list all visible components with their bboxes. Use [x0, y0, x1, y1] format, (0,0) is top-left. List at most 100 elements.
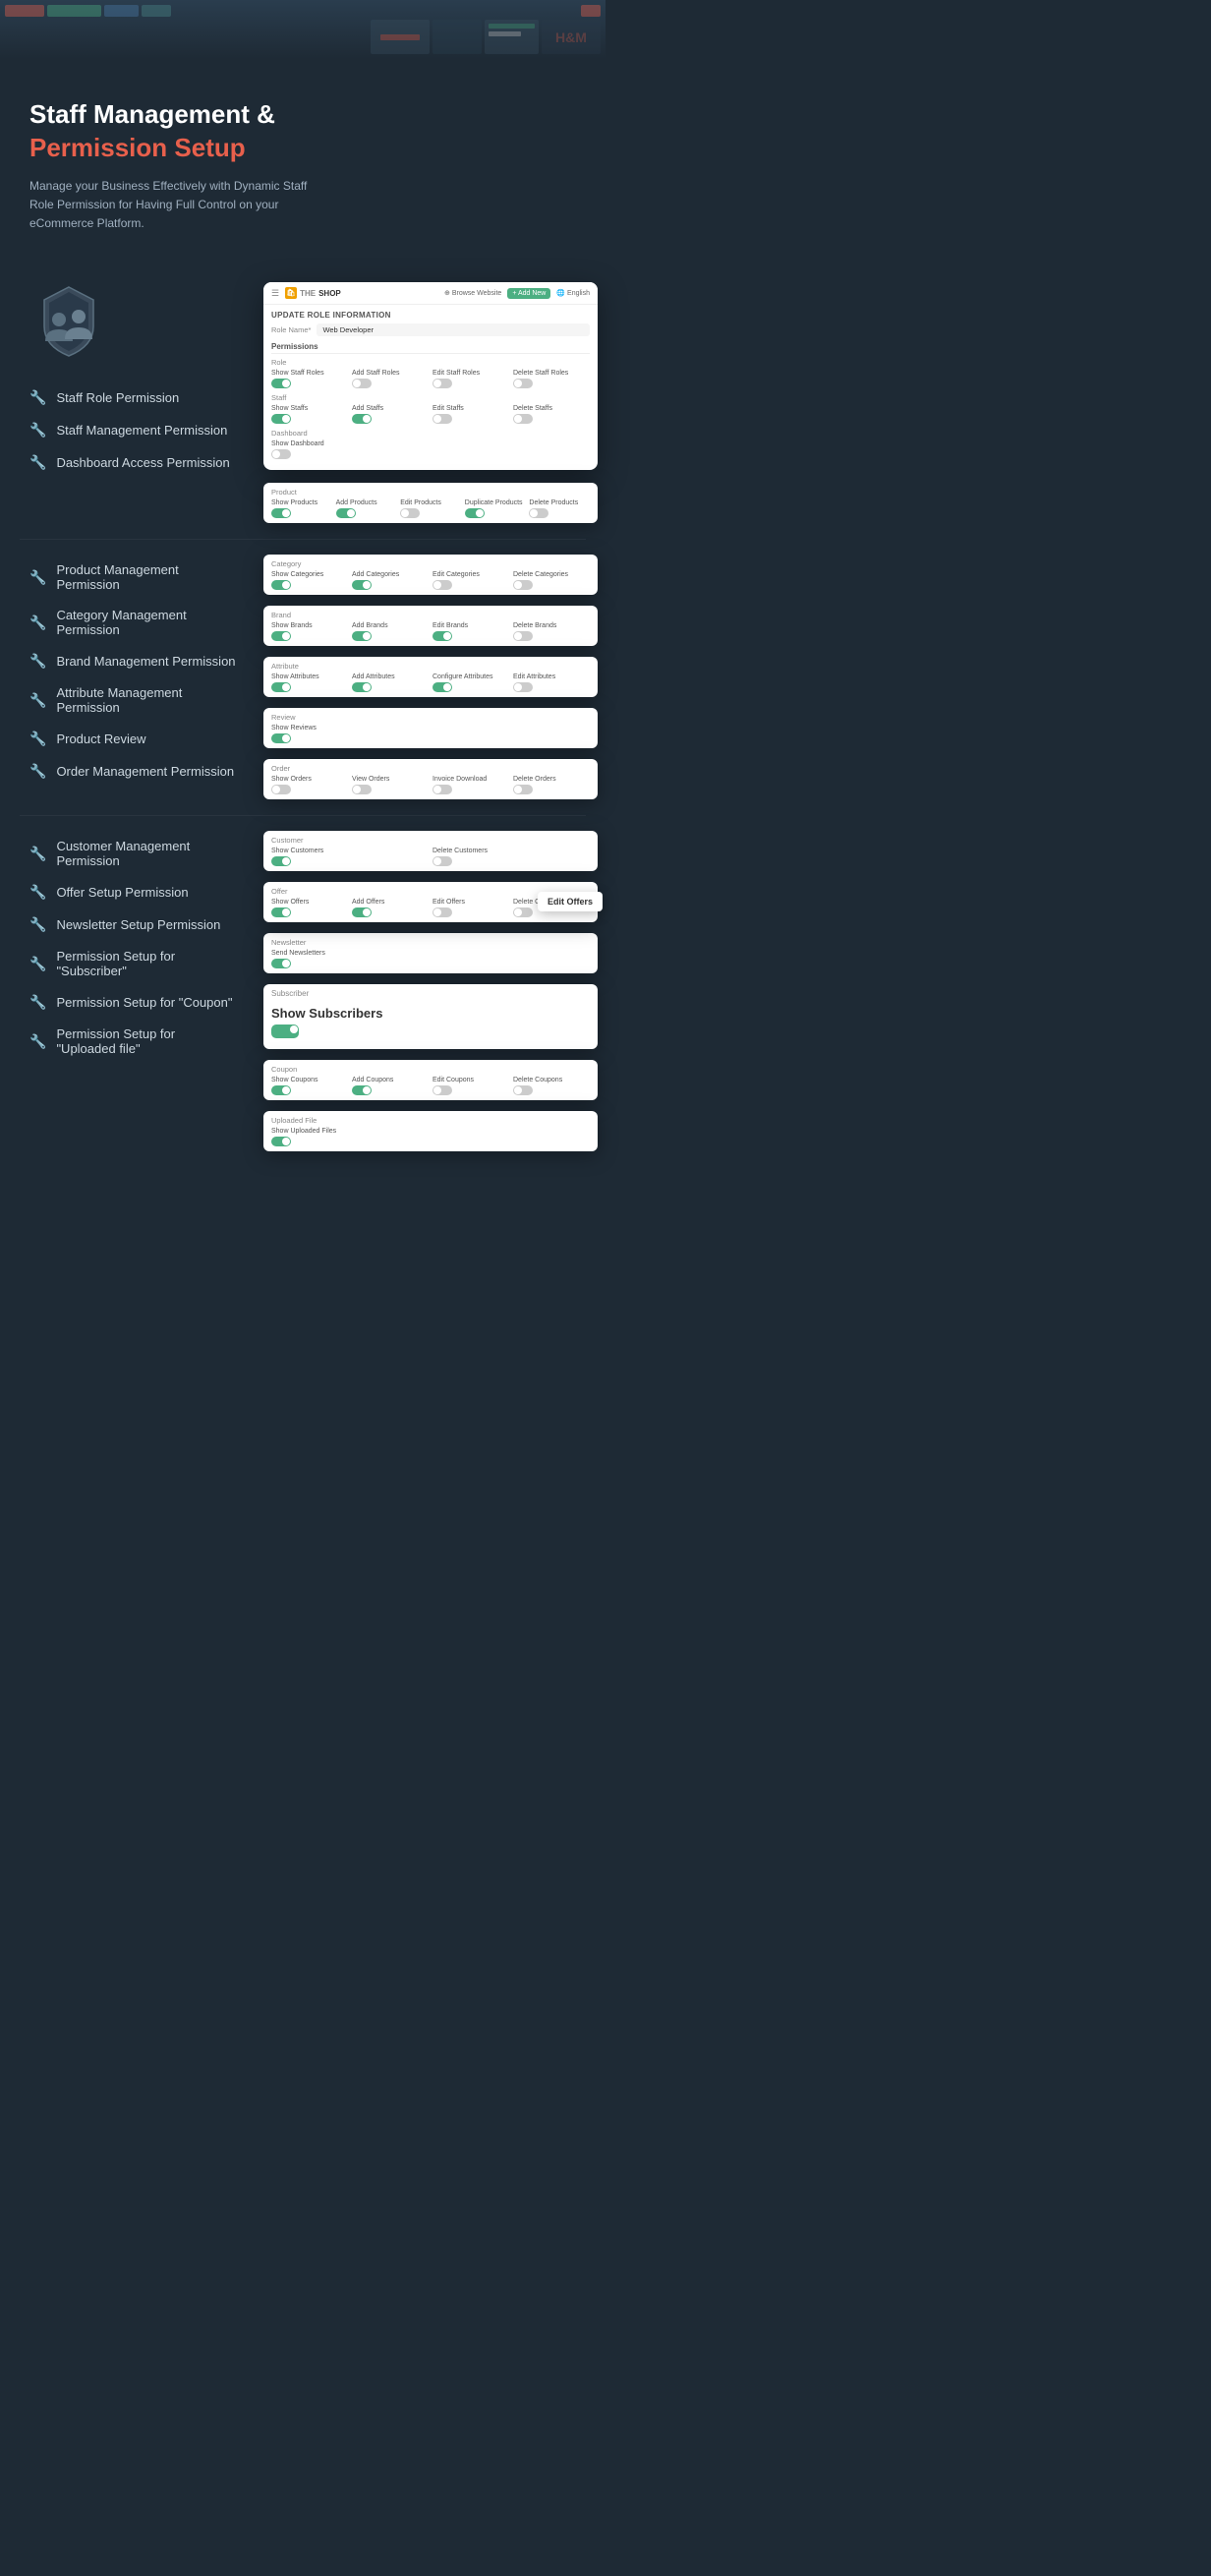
toggle-add-staff-roles[interactable] [352, 379, 372, 388]
toggle-show-reviews[interactable] [271, 733, 291, 743]
perm-category-row: Show Categories Add Categories Edit Cate… [271, 571, 590, 590]
page-wrapper: H&M Staff Management & Permission Setup … [0, 0, 606, 1167]
add-new-button[interactable]: + Add New [507, 288, 550, 299]
toggle-add-coupons[interactable] [352, 1085, 372, 1095]
wrench-icon-b1: 🔧 [29, 615, 46, 631]
admin-topbar: ☰ 🛍 THE SHOP ⊕ Browse Website + Add New … [263, 282, 598, 305]
toggle-show-coupons[interactable] [271, 1085, 291, 1095]
perm-product-row: Show Products Add Products Edit Products [271, 499, 590, 518]
panel-category: Category Show Categories Add Categories … [263, 555, 598, 595]
toggle-show-subscribers[interactable] [271, 1025, 299, 1038]
toggle-invoice-download[interactable] [432, 785, 452, 794]
toggle-edit-brands[interactable] [432, 631, 452, 641]
section-middle: 🔧 Product Management Permission 🔧 Catego… [0, 540, 606, 815]
perm-edit-products-label: Edit Products [400, 499, 461, 506]
perm-add-products: Add Products [336, 499, 397, 518]
toggle-delete-offers[interactable] [513, 907, 533, 917]
hero-title-line1: Staff Management & [29, 98, 576, 132]
toggle-delete-staff-roles[interactable] [513, 379, 533, 388]
toggle-edit-staffs[interactable] [432, 414, 452, 424]
permissions-title: Permissions [271, 342, 590, 354]
panel-order: Order Show Orders View Orders Invoice Do… [263, 759, 598, 799]
toggle-edit-staff-roles[interactable] [432, 379, 452, 388]
panel-newsletter-inner: Newsletter Send Newsletters [263, 933, 598, 973]
toggle-edit-offers[interactable] [432, 907, 452, 917]
toggle-duplicate-products[interactable] [465, 508, 485, 518]
toggle-show-dashboard[interactable] [271, 449, 291, 459]
perm-edit-coupons-label: Edit Coupons [432, 1077, 509, 1083]
perm-add-staff-roles-label: Add Staff Roles [352, 370, 429, 377]
right-screenshots-top: ☰ 🛍 THE SHOP ⊕ Browse Website + Add New … [256, 263, 606, 539]
toggle-edit-coupons[interactable] [432, 1085, 452, 1095]
role-name-value[interactable]: Web Developer [317, 323, 590, 336]
toggle-add-offers[interactable] [352, 907, 372, 917]
perm-show-coupons: Show Coupons [271, 1077, 348, 1095]
wrench-icon-c4: 🔧 [29, 994, 46, 1011]
panel-review-inner: Review Show Reviews [263, 708, 598, 748]
toggle-add-categories[interactable] [352, 580, 372, 590]
feature-item-c5: 🔧 Permission Setup for "Uploaded file" [29, 1019, 236, 1064]
perm-edit-brands-label: Edit Brands [432, 622, 509, 629]
toggle-send-newsletters[interactable] [271, 959, 291, 968]
language-selector[interactable]: 🌐 English [556, 289, 590, 297]
toggle-show-brands[interactable] [271, 631, 291, 641]
toggle-show-staffs[interactable] [271, 414, 291, 424]
perm-show-brands-label: Show Brands [271, 622, 348, 629]
toggle-configure-attributes[interactable] [432, 682, 452, 692]
feature-item-b1: 🔧 Category Management Permission [29, 600, 236, 645]
perm-review-label: Review [271, 713, 590, 722]
hero-description: Manage your Business Effectively with Dy… [29, 177, 324, 234]
toggle-add-brands[interactable] [352, 631, 372, 641]
toggle-delete-products[interactable] [529, 508, 548, 518]
toggle-show-orders[interactable] [271, 785, 291, 794]
toggle-show-customers[interactable] [271, 856, 291, 866]
perm-show-staffs: Show Staffs [271, 405, 348, 424]
toggle-delete-customers[interactable] [432, 856, 452, 866]
toggle-add-staffs[interactable] [352, 414, 372, 424]
feature-item-b4: 🔧 Product Review [29, 723, 236, 755]
perm-newsletter-row: Send Newsletters [271, 950, 590, 968]
toggle-delete-orders[interactable] [513, 785, 533, 794]
toggle-show-products[interactable] [271, 508, 291, 518]
perm-show-staff-roles-label: Show Staff Roles [271, 370, 348, 377]
perm-add-products-label: Add Products [336, 499, 397, 506]
toggle-show-uploaded-files[interactable] [271, 1137, 291, 1146]
perm-edit-categories: Edit Categories [432, 571, 509, 590]
perm-delete-brands-label: Delete Brands [513, 622, 590, 629]
offer-panel-container: Offer Show Offers Add Offers E [263, 882, 598, 928]
perm-show-uploaded-files: Show Uploaded Files [271, 1128, 429, 1146]
perm-customer-label: Customer [271, 836, 590, 845]
perm-edit-staffs-label: Edit Staffs [432, 405, 509, 412]
perm-delete-orders-label: Delete Orders [513, 776, 590, 783]
toggle-show-categories[interactable] [271, 580, 291, 590]
toggle-edit-products[interactable] [400, 508, 420, 518]
toggle-view-orders[interactable] [352, 785, 372, 794]
perm-category-label: Category [271, 559, 590, 568]
perm-attribute-row: Show Attributes Add Attributes Configure… [271, 673, 590, 692]
toggle-delete-brands[interactable] [513, 631, 533, 641]
perm-dashboard-row: Show Dashboard [271, 440, 590, 459]
toggle-show-staff-roles[interactable] [271, 379, 291, 388]
toggle-add-attributes[interactable] [352, 682, 372, 692]
toggle-add-products[interactable] [336, 508, 356, 518]
section-bottom: 🔧 Customer Management Permission 🔧 Offer… [0, 816, 606, 1167]
perm-add-coupons: Add Coupons [352, 1077, 429, 1095]
toggle-delete-staffs[interactable] [513, 414, 533, 424]
toggle-edit-attributes[interactable] [513, 682, 533, 692]
perm-coupon-label: Coupon [271, 1065, 590, 1074]
perm-delete-products-label: Delete Products [529, 499, 590, 506]
panel-attribute-inner: Attribute Show Attributes Add Attributes… [263, 657, 598, 697]
perm-delete-orders: Delete Orders [513, 776, 590, 794]
toggle-delete-coupons[interactable] [513, 1085, 533, 1095]
wrench-icon-c3: 🔧 [29, 956, 46, 972]
perm-delete-categories: Delete Categories [513, 571, 590, 590]
perm-edit-staff-roles: Edit Staff Roles [432, 370, 509, 388]
perm-show-orders: Show Orders [271, 776, 348, 794]
panel-customer-inner: Customer Show Customers Delete Customers [263, 831, 598, 871]
toggle-show-offers[interactable] [271, 907, 291, 917]
toggle-delete-categories[interactable] [513, 580, 533, 590]
toggle-show-attributes[interactable] [271, 682, 291, 692]
browse-website-link[interactable]: ⊕ Browse Website [444, 289, 501, 297]
toggle-edit-categories[interactable] [432, 580, 452, 590]
perm-order-row: Show Orders View Orders Invoice Download [271, 776, 590, 794]
